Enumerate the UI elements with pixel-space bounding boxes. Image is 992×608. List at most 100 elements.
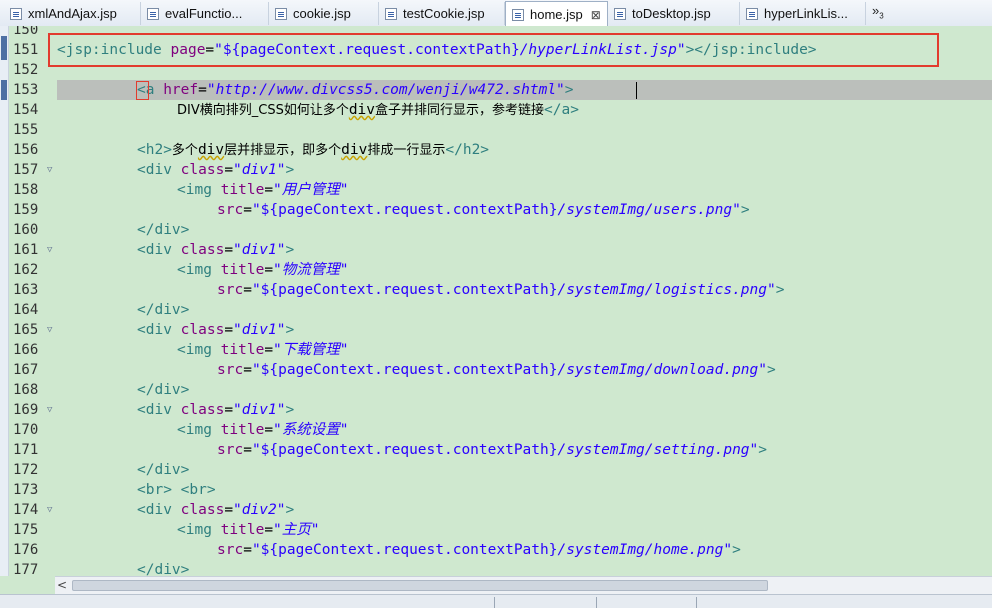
code-token: = — [243, 542, 252, 558]
code-token: </a> — [544, 102, 579, 118]
line-number: 177 — [13, 562, 39, 576]
code-token: " — [749, 442, 759, 458]
tab-home[interactable]: home.jsp ⊠ — [505, 1, 608, 27]
line-number: 164 — [13, 302, 39, 318]
status-separator — [596, 597, 597, 608]
code-token: title — [220, 422, 265, 438]
code-token: = — [264, 262, 274, 278]
fold-toggle-icon[interactable]: ▽ — [47, 506, 56, 515]
code-line: <h2>多个div层并排显示，即多个div排成一行显示</h2> — [57, 140, 489, 160]
code-token: title — [220, 182, 265, 198]
highlight-annotation-box — [48, 33, 939, 67]
code-token: = — [198, 82, 207, 98]
change-marker — [1, 80, 7, 100]
jsp-file-icon — [147, 7, 159, 20]
code-token: " — [723, 542, 733, 558]
tab-todesktop[interactable]: toDesktop.jsp — [608, 2, 740, 25]
code-token: = — [264, 422, 274, 438]
line-number: 173 — [13, 482, 39, 498]
code-line: </div> — [57, 380, 189, 400]
code-token: title — [220, 342, 265, 358]
code-line: src="${pageContext.request.contextPath}/… — [57, 360, 776, 380]
line-number: 168 — [13, 382, 39, 398]
line-number: 155 — [13, 122, 39, 138]
tab-testcookie[interactable]: testCookie.jsp — [379, 2, 505, 25]
code-token: /systemImg/download.png — [557, 362, 759, 378]
code-token: src — [217, 282, 244, 298]
close-tab-icon[interactable]: ⊠ — [591, 8, 601, 22]
code-token: > — [740, 202, 750, 218]
line-number: 171 — [13, 442, 39, 458]
tab-cookie[interactable]: cookie.jsp — [269, 2, 379, 25]
code-token: </div> — [137, 302, 190, 318]
code-token: 盒子并排同行显示，参考链接 — [375, 103, 545, 118]
code-token: "${pageContext.request.contextPath} — [251, 542, 558, 558]
line-number: 166 — [13, 342, 39, 358]
scroll-left-icon[interactable]: < — [57, 578, 67, 592]
code-token: > — [285, 402, 295, 418]
tab-hyperlinklist[interactable]: hyperLinkLis... — [740, 2, 866, 25]
code-token: <div — [137, 242, 181, 258]
code-token: <br> <br> — [137, 482, 216, 498]
code-token: = — [264, 342, 274, 358]
highlight-annotation-box — [136, 81, 149, 100]
tab-overflow-button[interactable]: »3 — [872, 3, 884, 21]
code-line: <div class="div1"> — [57, 400, 294, 420]
fold-toggle-icon[interactable]: ▽ — [47, 326, 56, 335]
code-token: "用户管理" — [273, 182, 349, 198]
code-token: <img — [177, 522, 221, 538]
code-token: /systemImg/users.png — [557, 202, 733, 218]
line-number: 170 — [13, 422, 39, 438]
code-token: </h2> — [445, 142, 490, 158]
tab-label: toDesktop.jsp — [632, 6, 711, 21]
fold-toggle-icon[interactable]: ▽ — [47, 406, 56, 415]
tab-label: home.jsp — [530, 7, 583, 22]
tab-evalfunction[interactable]: evalFunctio... — [141, 2, 269, 25]
code-token: = — [243, 442, 252, 458]
line-number: 165 — [13, 322, 39, 338]
status-separator — [494, 597, 495, 608]
line-number: 161 — [13, 242, 39, 258]
horizontal-scrollbar[interactable]: < — [55, 576, 992, 594]
code-line: <img title="系统设置" — [57, 420, 349, 440]
line-number: 152 — [13, 62, 39, 78]
code-token: title — [220, 262, 265, 278]
jsp-file-icon — [275, 7, 287, 20]
code-line: src="${pageContext.request.contextPath}/… — [57, 200, 750, 220]
status-separator — [696, 597, 697, 608]
line-number: 150 — [13, 26, 39, 38]
code-token: " — [758, 362, 768, 378]
code-token: = — [224, 402, 234, 418]
code-token: <div — [137, 502, 181, 518]
code-token: src — [217, 542, 244, 558]
fold-toggle-icon[interactable]: ▽ — [47, 166, 56, 175]
code-token: 多个 — [171, 143, 198, 158]
code-token: " — [767, 282, 776, 298]
code-token: "${pageContext.request.contextPath} — [251, 202, 558, 218]
code-token: "http://www.divcss5.com/wenji/w472.shtml… — [206, 82, 565, 98]
overflow-count: 3 — [879, 11, 884, 21]
code-token: </div> — [137, 462, 190, 478]
code-line: src="${pageContext.request.contextPath}/… — [57, 440, 767, 460]
code-editor[interactable]: <jsp:include page="${pageContext.request… — [0, 26, 992, 576]
code-area[interactable]: <jsp:include page="${pageContext.request… — [48, 26, 992, 576]
tab-label: evalFunctio... — [165, 6, 243, 21]
code-token: class — [180, 322, 225, 338]
line-number: 153 — [13, 82, 39, 98]
jsp-file-icon — [614, 7, 626, 20]
line-number: 169 — [13, 402, 39, 418]
code-token: > — [775, 282, 785, 298]
code-line: <img title="主页" — [57, 520, 320, 540]
scrollbar-thumb[interactable] — [72, 580, 768, 591]
code-token: > — [732, 542, 741, 558]
status-bar — [0, 594, 992, 608]
tab-label: cookie.jsp — [293, 6, 351, 21]
fold-toggle-icon[interactable]: ▽ — [47, 246, 56, 255]
tab-xmlandajax[interactable]: xmlAndAjax.jsp — [4, 2, 141, 25]
code-token: "div1" — [233, 402, 286, 418]
tab-label: hyperLinkLis... — [764, 6, 848, 21]
code-token: <div — [137, 402, 181, 418]
code-token: DIV横向排列_CSS如何让多个 — [177, 103, 349, 118]
code-line: <div class="div1"> — [57, 160, 294, 180]
line-number: 163 — [13, 282, 39, 298]
